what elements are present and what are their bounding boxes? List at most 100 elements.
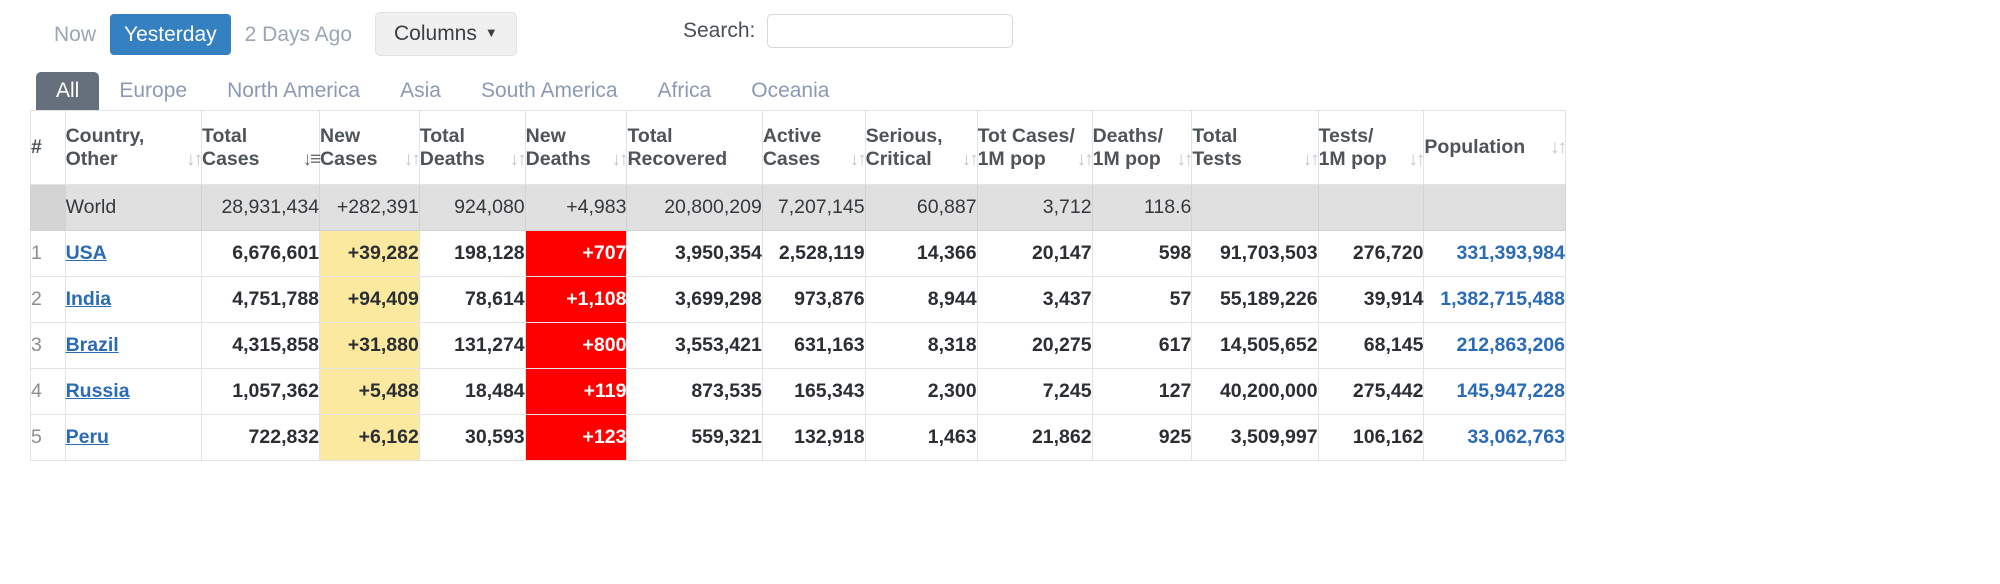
cell-country[interactable]: Brazil (64, 322, 202, 369)
columns-dropdown-button[interactable]: Columns ▼ (375, 12, 517, 57)
table-row: 3 Brazil 4,315,858 +31,880 131,274 +800 … (30, 322, 1566, 369)
country-link[interactable]: Brazil (66, 334, 119, 356)
cell-serious-critical: 8,944 (864, 276, 978, 323)
column-header-total-recovered[interactable]: Total Recovered (626, 110, 763, 185)
sort-both-icon[interactable]: ↓↑ (1550, 137, 1567, 159)
column-header-total-tests[interactable]: Total Tests ↓↑ (1191, 110, 1320, 185)
cell-total-cases: 1,057,362 (200, 368, 321, 415)
sort-both-icon[interactable]: ↓↑ (186, 149, 203, 171)
column-header-deaths-per-1m-line2: 1M pop (1092, 148, 1161, 171)
column-header-population-line2: Population (1424, 136, 1526, 158)
column-header-new-cases[interactable]: New Cases ↓↑ (319, 110, 421, 185)
column-header-serious-critical[interactable]: Serious, Critical ↓↑ (864, 110, 979, 185)
tab-europe[interactable]: Europe (99, 72, 207, 110)
table-header-row: # Country, Other ↓↑ Total Cases ↓≡ New C… (30, 110, 1567, 185)
table-header: # Country, Other ↓↑ Total Cases ↓≡ New C… (30, 110, 1567, 185)
cell-total-recovered: 873,535 (626, 368, 763, 415)
cell-population: 33,062,763 (1423, 414, 1566, 461)
column-header-new-cases-line2: Cases (320, 148, 378, 171)
cell-total-recovered: 20,800,209 (626, 184, 763, 231)
cell-tests-per-1m: 276,720 (1317, 230, 1425, 277)
column-header-population[interactable]: Population ↓↑ (1423, 110, 1567, 185)
tab-all[interactable]: All (36, 71, 100, 110)
sort-both-icon[interactable]: ↓↑ (611, 149, 628, 171)
cell-total-tests: 14,505,652 (1191, 322, 1319, 369)
cell-cases-per-1m: 20,147 (976, 230, 1093, 277)
cell-cases-per-1m: 7,245 (976, 368, 1093, 415)
column-header-tests-per-1m-line2: 1M pop (1318, 148, 1387, 171)
cell-population: 212,863,206 (1423, 322, 1566, 369)
column-header-total-recovered-line1: Total (627, 124, 673, 147)
day-link-2-days-ago[interactable]: 2 Days Ago (231, 14, 366, 55)
column-header-total-deaths[interactable]: Total Deaths ↓↑ (418, 110, 527, 185)
sort-descending-active-icon[interactable]: ↓≡ (302, 149, 321, 171)
sort-both-icon[interactable]: ↓↑ (1303, 149, 1320, 171)
table-row: 4 Russia 1,057,362 +5,488 18,484 +119 87… (30, 368, 1566, 415)
sort-both-icon[interactable]: ↓↑ (850, 149, 867, 171)
cell-total-cases: 4,751,788 (200, 276, 321, 323)
covid-statistics-table: # Country, Other ↓↑ Total Cases ↓≡ New C… (30, 110, 1567, 461)
cell-tests-per-1m: 68,145 (1317, 322, 1425, 369)
column-header-country[interactable]: Country, Other ↓↑ (64, 110, 203, 185)
cell-new-deaths: +1,108 (524, 276, 628, 323)
column-header-total-tests-line1: Total (1192, 124, 1238, 147)
column-header-total-recovered-line2: Recovered (627, 148, 728, 171)
column-header-rank[interactable]: # (30, 110, 66, 185)
cell-total-tests: 40,200,000 (1191, 368, 1319, 415)
column-header-new-deaths-line1: New (525, 124, 566, 147)
sort-both-icon[interactable]: ↓↑ (510, 149, 527, 171)
column-header-active-cases[interactable]: Active Cases ↓↑ (761, 110, 867, 185)
column-header-country-line2: Other (65, 148, 118, 171)
cell-total-tests: 3,509,997 (1191, 414, 1319, 461)
cell-total-tests (1191, 184, 1319, 231)
sort-both-icon[interactable]: ↓↑ (404, 149, 421, 171)
column-header-cases-per-1m[interactable]: Tot Cases/ 1M pop ↓↑ (976, 110, 1094, 185)
cell-country[interactable]: Peru (64, 414, 202, 461)
tab-oceania[interactable]: Oceania (731, 72, 849, 110)
cell-rank: 3 (30, 322, 66, 369)
cell-active-cases: 165,343 (761, 368, 866, 415)
tab-africa[interactable]: Africa (638, 72, 732, 110)
cell-rank: 4 (30, 368, 66, 415)
cell-serious-critical: 14,366 (864, 230, 978, 277)
sort-both-icon[interactable]: ↓↑ (1077, 149, 1094, 171)
cell-tests-per-1m: 39,914 (1317, 276, 1425, 323)
tab-south-america[interactable]: South America (461, 72, 638, 110)
search-area: Search: (683, 14, 1014, 48)
cell-new-deaths: +4,983 (524, 184, 628, 231)
cell-new-cases: +5,488 (319, 368, 420, 415)
cell-population: 331,393,984 (1423, 230, 1566, 277)
cell-rank (30, 184, 66, 231)
sort-both-icon[interactable]: ↓↑ (962, 149, 979, 171)
country-link[interactable]: USA (66, 242, 107, 264)
cell-active-cases: 7,207,145 (761, 184, 866, 231)
cell-serious-critical: 1,463 (864, 414, 978, 461)
cell-total-cases: 722,832 (200, 414, 321, 461)
column-header-total-cases[interactable]: Total Cases ↓≡ (200, 110, 321, 185)
country-link[interactable]: Peru (66, 426, 109, 448)
cell-cases-per-1m: 3,437 (976, 276, 1093, 323)
cell-country[interactable]: Russia (64, 368, 202, 415)
column-header-new-deaths[interactable]: New Deaths ↓↑ (524, 110, 628, 185)
column-header-tests-per-1m[interactable]: Tests/ 1M pop ↓↑ (1317, 110, 1425, 185)
cell-new-cases: +94,409 (319, 276, 420, 323)
cell-total-deaths: 924,080 (418, 184, 526, 231)
day-link-now[interactable]: Now (40, 14, 110, 55)
country-link[interactable]: Russia (66, 380, 130, 402)
cell-total-deaths: 78,614 (418, 276, 526, 323)
tab-north-america[interactable]: North America (207, 72, 380, 110)
sort-both-icon[interactable]: ↓↑ (1176, 149, 1193, 171)
table-body: World 28,931,434 +282,391 924,080 +4,983… (30, 184, 1566, 461)
sort-both-icon[interactable]: ↓↑ (1408, 149, 1425, 171)
search-input[interactable] (767, 14, 1014, 48)
cell-total-tests: 91,703,503 (1191, 230, 1319, 277)
cell-country[interactable]: USA (64, 230, 202, 277)
cell-total-tests: 55,189,226 (1191, 276, 1319, 323)
column-header-deaths-per-1m[interactable]: Deaths/ 1M pop ↓↑ (1091, 110, 1193, 185)
tab-asia[interactable]: Asia (380, 72, 461, 110)
day-link-yesterday[interactable]: Yesterday (110, 14, 231, 56)
cell-total-cases: 28,931,434 (200, 184, 321, 231)
country-link[interactable]: India (66, 288, 112, 310)
cell-country[interactable]: India (64, 276, 202, 323)
cell-new-deaths: +119 (524, 368, 628, 415)
